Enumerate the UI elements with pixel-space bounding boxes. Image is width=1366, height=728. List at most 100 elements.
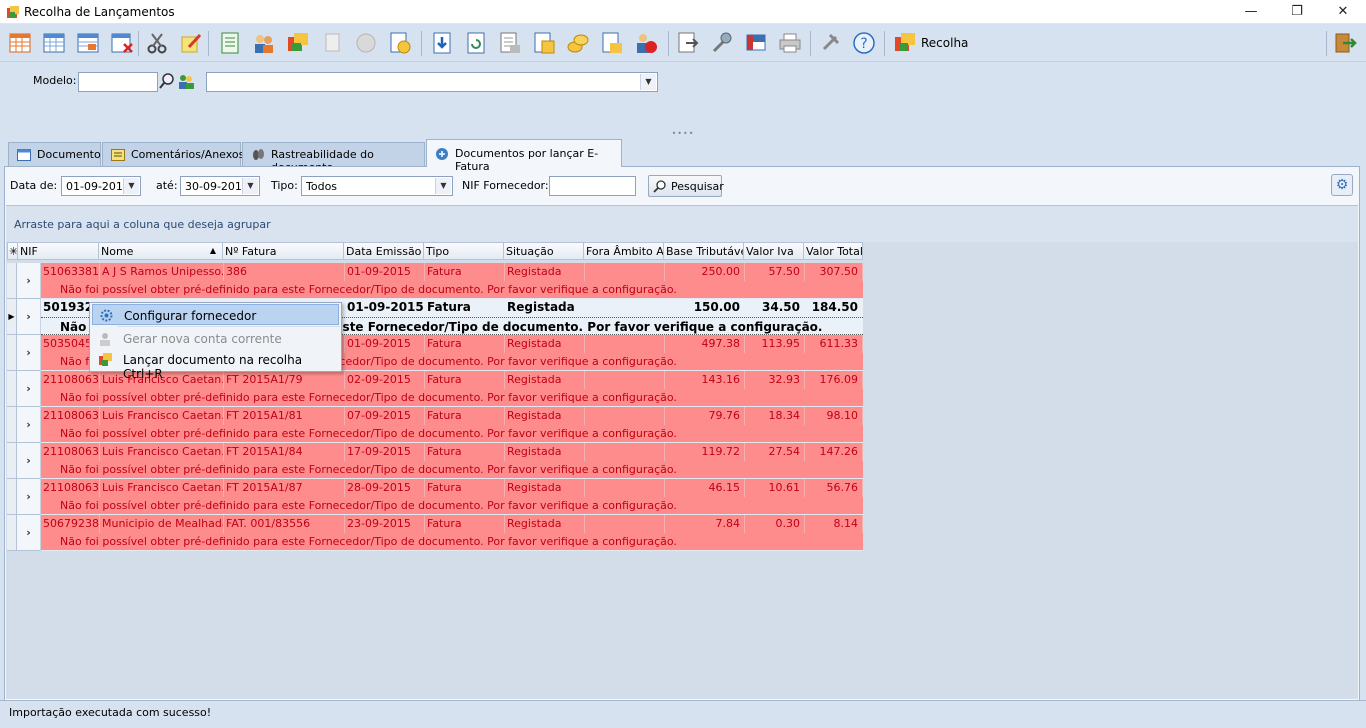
col-nome[interactable]: Nome ▲	[99, 242, 223, 260]
refresh-document-icon[interactable]	[464, 31, 488, 55]
tab-comentarios[interactable]: Comentários/Anexos	[102, 142, 244, 166]
document-green-icon[interactable]	[218, 31, 242, 55]
col-valor-total[interactable]: Valor Total	[804, 242, 863, 260]
cell-fora	[585, 407, 665, 425]
date-from-field[interactable]: 01-09-2015 ▼	[61, 176, 141, 196]
row-main[interactable]: 211080632 Luis Francisco Caetan... FT 2015…	[41, 371, 863, 389]
users-lookup-icon[interactable]	[177, 72, 195, 90]
expand-row-icon[interactable]: ›	[17, 443, 41, 479]
row-indicator: ▶	[7, 299, 17, 335]
coins-icon[interactable]	[566, 31, 590, 55]
cell-data: 28-09-2015	[345, 479, 425, 497]
modelo-code-input[interactable]	[78, 72, 158, 92]
search-icon[interactable]	[158, 72, 176, 90]
table-row[interactable]: › 211080632 Luis Francisco Caetan... FT 201…	[7, 479, 863, 515]
print-list-icon[interactable]	[498, 31, 522, 55]
col-fatura[interactable]: Nº Fatura	[223, 242, 344, 260]
table-row[interactable]: › 211080632 Luis Francisco Caetan... FT 201…	[7, 443, 863, 479]
cell-total: 147.26	[805, 443, 863, 461]
import-icon[interactable]	[286, 31, 310, 55]
copy-disabled-icon[interactable]	[320, 31, 344, 55]
row-main[interactable]: 211080632 Luis Francisco Caetan... FT 2015…	[41, 407, 863, 425]
minimize-button[interactable]: —	[1228, 0, 1274, 24]
col-nif[interactable]: NIF	[18, 242, 99, 260]
chevron-down-icon[interactable]: ▼	[242, 178, 258, 194]
tab-rastreabilidade[interactable]: Rastreabilidade do documento	[242, 142, 425, 174]
close-button[interactable]: ✕	[1320, 0, 1366, 24]
row-main[interactable]: 211080632 Luis Francisco Caetan... FT 2015…	[41, 479, 863, 497]
document-search-icon[interactable]	[600, 31, 624, 55]
group-by-area[interactable]: Arraste para aqui a coluna que deseja ag…	[6, 206, 1358, 242]
chevron-down-icon[interactable]: ▼	[640, 74, 656, 90]
user-money-icon[interactable]	[634, 31, 658, 55]
expand-row-icon[interactable]: ›	[17, 407, 41, 443]
splitter-handle[interactable]: ••••	[0, 130, 1366, 138]
title-bar: Recolha de Lançamentos — ❐ ✕	[0, 0, 1366, 24]
modelo-description-select[interactable]: ▼	[206, 72, 658, 92]
chevron-down-icon[interactable]: ▼	[123, 178, 139, 194]
printer-icon[interactable]	[778, 31, 802, 55]
tipo-select[interactable]: Todos ▼	[301, 176, 453, 196]
col-situacao[interactable]: Situação	[504, 242, 584, 260]
menu-lancar-documento[interactable]: Lançar documento na recolha Ctrl+R	[92, 349, 339, 381]
cut-icon[interactable]	[145, 31, 169, 55]
nif-fornecedor-input[interactable]	[549, 176, 636, 196]
cell-iva: 27.54	[745, 443, 805, 461]
row-main[interactable]: 506792382 Municipio de Mealhada FAT. 001/8…	[41, 515, 863, 533]
expand-row-icon[interactable]: ›	[17, 515, 41, 551]
expand-row-icon[interactable]: ›	[17, 299, 41, 335]
svg-text:?: ?	[860, 36, 867, 52]
row-message: Não foi possível obter pré-definido para…	[41, 281, 863, 299]
cell-data: 01-09-2015	[347, 300, 424, 314]
flag-icon[interactable]	[744, 31, 768, 55]
pesquisar-button[interactable]: Pesquisar	[648, 175, 724, 197]
col-tipo[interactable]: Tipo	[424, 242, 504, 260]
filter-bar: Data de: 01-09-2015 ▼ até: 30-09-2015 ▼ …	[5, 167, 1359, 205]
disabled-circle-icon[interactable]	[354, 31, 378, 55]
cell-total: 184.50	[811, 300, 858, 314]
row-main[interactable]: 211080632 Luis Francisco Caetan... FT 2015…	[41, 443, 863, 461]
expand-row-icon[interactable]: ›	[17, 479, 41, 515]
download-icon[interactable]	[430, 31, 454, 55]
grid-delete-icon[interactable]	[110, 31, 134, 55]
export-document-icon[interactable]	[676, 31, 700, 55]
menu-configurar-fornecedor[interactable]: Configurar fornecedor	[92, 304, 339, 325]
report-icon[interactable]	[532, 31, 556, 55]
restore-button[interactable]: ❐	[1274, 0, 1320, 24]
column-chooser-icon[interactable]: ✳	[7, 242, 18, 260]
grid-blue-icon[interactable]	[42, 31, 66, 55]
col-fora-ambito[interactable]: Fora Âmbito Ac	[584, 242, 664, 260]
cell-fatura: FT 2015A1/84	[224, 443, 345, 461]
table-row[interactable]: › 510633811 A J S Ramos Unipesso... 386 01-0…	[7, 263, 863, 299]
grid-insert-icon[interactable]	[76, 31, 100, 55]
help-icon[interactable]: ?	[852, 31, 876, 55]
pin-icon[interactable]	[818, 31, 842, 55]
cell-total: 176.09	[805, 371, 863, 389]
cell-situacao: Registada	[505, 443, 585, 461]
edit-note-icon[interactable]	[179, 31, 203, 55]
col-data-emissao[interactable]: Data Emissão	[344, 242, 424, 260]
table-row[interactable]: › 506792382 Municipio de Mealhada FAT. 001/…	[7, 515, 863, 551]
expand-row-icon[interactable]: ›	[17, 263, 41, 299]
recolha-button[interactable]: Recolha	[921, 36, 968, 50]
info-document-icon[interactable]	[388, 31, 412, 55]
grid-orange-icon[interactable]	[8, 31, 32, 55]
col-valor-iva[interactable]: Valor Iva	[744, 242, 804, 260]
cell-iva: 18.34	[745, 407, 805, 425]
row-main[interactable]: 510633811 A J S Ramos Unipesso... 386 01-09…	[41, 263, 863, 281]
tools-icon[interactable]	[710, 31, 734, 55]
expand-row-icon[interactable]: ›	[17, 371, 41, 407]
chevron-down-icon[interactable]: ▼	[435, 178, 451, 194]
settings-gear-icon[interactable]: ⚙	[1331, 174, 1353, 196]
table-row[interactable]: › 211080632 Luis Francisco Caetan... FT 201…	[7, 407, 863, 443]
users-icon[interactable]	[252, 31, 276, 55]
exit-icon[interactable]	[1333, 31, 1357, 55]
expand-row-icon[interactable]: ›	[17, 335, 41, 371]
date-to-field[interactable]: 30-09-2015 ▼	[180, 176, 260, 196]
tab-documentos-efatura[interactable]: Documentos por lançar E-Fatura	[426, 139, 622, 173]
col-base-tributavel[interactable]: Base Tributável	[664, 242, 744, 260]
tab-documento[interactable]: Documento	[8, 142, 101, 166]
recolha-icon[interactable]	[893, 31, 917, 55]
menu-gerar-conta-corrente[interactable]: Gerar nova conta corrente	[92, 328, 339, 349]
status-bar: Importação executada com sucesso!	[0, 700, 1366, 728]
